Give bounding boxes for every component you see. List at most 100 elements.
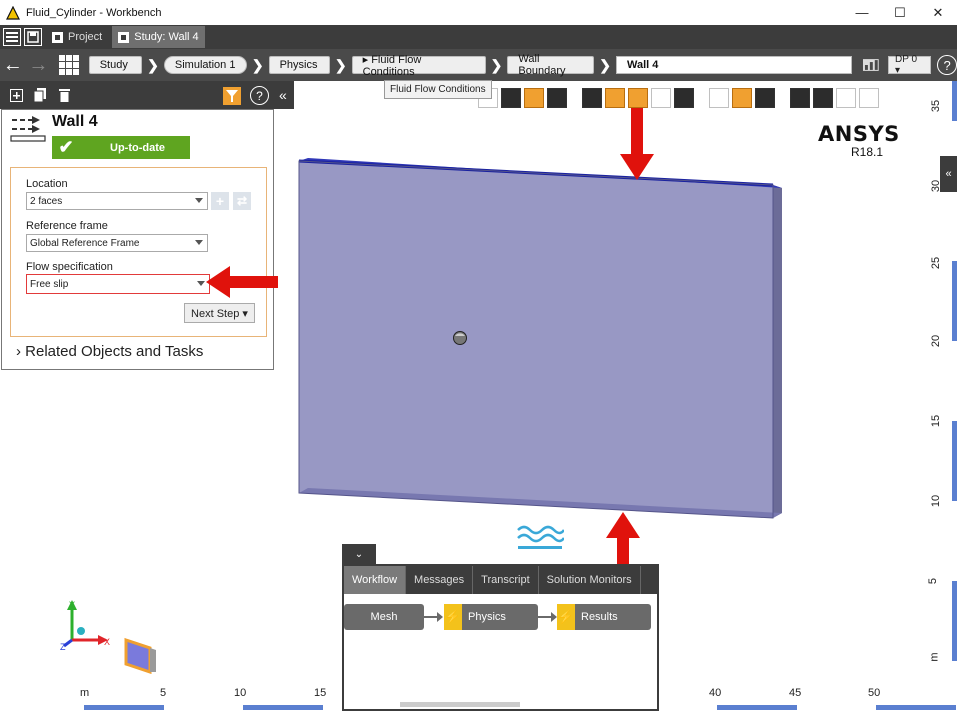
report-icon[interactable]	[862, 57, 880, 73]
axis-z-label: Z	[60, 642, 66, 652]
ruler-v-label: 5	[927, 577, 940, 585]
related-objects-toggle[interactable]: › Related Objects and Tasks	[16, 343, 203, 360]
annotation-arrow-left-icon	[206, 266, 278, 298]
minimize-button[interactable]: —	[843, 0, 881, 25]
panel-help-icon[interactable]: ?	[250, 86, 269, 105]
collapse-workflow-icon[interactable]: ⌄	[342, 544, 376, 564]
ruler-v-bar	[952, 81, 957, 121]
workflow-node-physics-label: Physics	[468, 611, 506, 623]
ruler-h-bar	[243, 705, 323, 710]
view-cube-icon[interactable]	[122, 636, 160, 674]
ansys-version: R18.1	[851, 145, 884, 159]
section-view-icon[interactable]	[674, 88, 694, 108]
workflow-scrollbar[interactable]	[400, 702, 520, 707]
design-point-select[interactable]: DP 0 ▾	[887, 54, 932, 76]
highlight-faces-icon[interactable]	[605, 88, 625, 108]
body-select-icon[interactable]	[547, 88, 567, 108]
reference-frame-select[interactable]: Global Reference Frame	[26, 234, 208, 252]
ansys-brand: ANSYS	[818, 122, 900, 146]
properties-panel: Wall 4 ✔ Up-to-date Location 2 faces + ⇄…	[1, 109, 274, 370]
swap-location-button[interactable]: ⇄	[233, 192, 251, 210]
expand-right-panel-icon[interactable]: «	[940, 156, 957, 192]
shading-icon[interactable]	[813, 88, 833, 108]
flow-spec-select[interactable]: Free slip	[26, 274, 210, 294]
ruler-v-label: 35	[930, 99, 943, 113]
ruler-h-label: 5	[160, 687, 167, 699]
crumb-sep-icon: ❯	[490, 56, 503, 73]
axis-y-label: Y	[69, 600, 76, 610]
wall-geometry[interactable]	[296, 158, 784, 523]
forward-arrow-icon[interactable]: →	[26, 54, 52, 77]
crumb-wall4[interactable]: Wall 4	[616, 56, 853, 74]
ruler-h-bar	[876, 705, 956, 710]
mesh-view-icon[interactable]	[732, 88, 752, 108]
graphics-toolbar	[478, 88, 882, 110]
tab-project[interactable]: Project	[46, 26, 108, 48]
workflow-panel: Workflow Messages Transcript Solution Mo…	[342, 564, 659, 711]
highlight-bodies-icon[interactable]	[628, 88, 648, 108]
crumb-sep-icon: ❯	[147, 56, 159, 73]
crumb-sep-icon: ❯	[599, 56, 612, 73]
tab-study-wall4[interactable]: Study: Wall 4	[112, 26, 205, 48]
grid-view-icon[interactable]	[59, 55, 81, 75]
tab-solution-monitors[interactable]: Solution Monitors	[539, 566, 641, 594]
ruler-v-bar	[952, 421, 957, 501]
duplicate-icon[interactable]	[32, 87, 48, 103]
expand-icon[interactable]	[755, 88, 775, 108]
window-title: Fluid_Cylinder - Workbench	[26, 6, 162, 19]
transparency-icon[interactable]	[651, 88, 671, 108]
tab-transcript[interactable]: Transcript	[473, 566, 539, 594]
workflow-arrow-icon	[424, 612, 443, 622]
ruler-h-label: 15	[314, 687, 327, 699]
crumb-sep-icon: ❯	[334, 56, 347, 73]
save-icon[interactable]	[24, 28, 42, 46]
crumb-study[interactable]: Study	[88, 56, 143, 74]
crumb-fluid-flow-conditions[interactable]: ▸ Fluid Flow Conditions	[351, 54, 486, 78]
paint-icon[interactable]	[836, 88, 856, 108]
ruler-v-label: 15	[930, 414, 943, 428]
tab-study-label: Study: Wall 4	[134, 31, 199, 43]
workflow-node-mesh[interactable]: Mesh	[344, 604, 424, 630]
breadcrumb: ← → Study ❯ Simulation 1 ❯ Physics ❯ ▸ F…	[0, 49, 957, 81]
crumb-simulation[interactable]: Simulation 1	[163, 56, 247, 74]
flow-spec-label: Flow specification	[26, 261, 113, 273]
add-icon[interactable]	[8, 87, 24, 103]
filter-icon[interactable]	[223, 87, 241, 105]
lighting-icon[interactable]	[790, 88, 810, 108]
delete-icon[interactable]	[56, 87, 72, 103]
workflow-node-results-label: Results	[581, 611, 618, 623]
tab-project-label: Project	[68, 31, 103, 43]
study-icon	[118, 31, 130, 43]
menu-icon[interactable]	[3, 28, 21, 46]
fit-view-icon[interactable]	[582, 88, 602, 108]
crumb-sep-icon: ❯	[251, 56, 264, 73]
status-text: Up-to-date	[110, 141, 165, 154]
location-label: Location	[26, 178, 68, 190]
add-location-button[interactable]: +	[211, 192, 229, 210]
tab-messages[interactable]: Messages	[406, 566, 474, 594]
crumb-physics[interactable]: Physics	[268, 56, 330, 74]
ruler-h-label: m	[80, 687, 90, 699]
box-select-icon[interactable]	[501, 88, 521, 108]
face-select-icon[interactable]	[524, 88, 544, 108]
workflow-arrow-icon	[538, 612, 557, 622]
camera-icon[interactable]	[709, 88, 729, 108]
clipboard-icon[interactable]	[859, 88, 879, 108]
crumb-wall-boundary[interactable]: Wall Boundary	[507, 53, 595, 77]
ruler-v-label: 10	[930, 494, 943, 508]
close-button[interactable]: ✕	[919, 0, 957, 25]
help-icon[interactable]: ?	[937, 55, 957, 75]
next-step-button[interactable]: Next Step ▾	[184, 303, 255, 323]
maximize-button[interactable]: ☐	[881, 0, 919, 25]
annotation-arrow-down-icon	[620, 108, 654, 180]
workflow-node-results[interactable]: ⚡ Results	[557, 604, 651, 630]
location-select[interactable]: 2 faces	[26, 192, 208, 210]
reference-frame-label: Reference frame	[26, 220, 108, 232]
workflow-node-physics[interactable]: ⚡ Physics	[444, 604, 538, 630]
collapse-panel-icon[interactable]: «	[279, 87, 287, 103]
back-arrow-icon[interactable]: ←	[0, 54, 26, 77]
lightning-icon: ⚡	[444, 604, 462, 630]
tab-workflow[interactable]: Workflow	[344, 566, 407, 594]
workflow-tabs: Workflow Messages Transcript Solution Mo…	[344, 566, 657, 594]
checkmark-icon: ✔	[58, 137, 74, 157]
